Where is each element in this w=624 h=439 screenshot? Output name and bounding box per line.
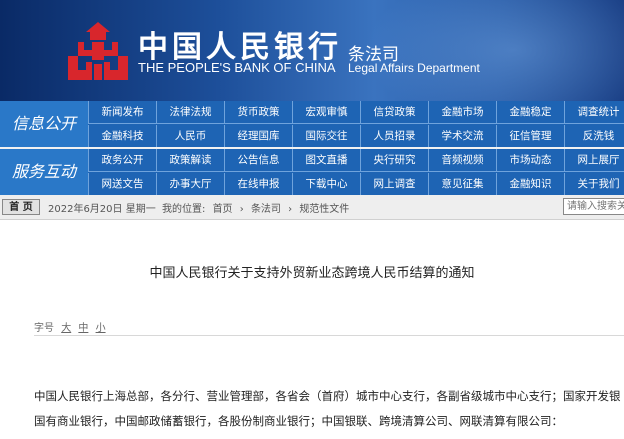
home-button[interactable]: 首 页 [2, 199, 40, 215]
nav-item[interactable]: 意见征集 [428, 173, 496, 195]
font-size-small[interactable]: 小 [96, 323, 106, 334]
article-paragraph: 国有商业银行，中国邮政储蓄银行，各股份制商业银行；中国银联、跨境清算公司、网联清… [34, 414, 563, 428]
nav-item[interactable]: 人员招录 [360, 125, 428, 147]
nav-item[interactable]: 新闻发布 [88, 101, 156, 123]
nav-item[interactable]: 公告信息 [224, 149, 292, 171]
current-date: 2022年6月20日 星期一 [48, 204, 156, 215]
breadcrumb-bar: 首 页 2022年6月20日 星期一 我的位置: 首页 › 条法司 › 规范性文… [0, 195, 624, 220]
nav-item[interactable]: 人民币 [156, 125, 224, 147]
site-banner: 中国人民银行 THE PEOPLE'S BANK OF CHINA 条法司 Le… [0, 0, 624, 101]
nav-item[interactable]: 政策解读 [156, 149, 224, 171]
nav-group-service-interaction: 服务互动 政务公开 政策解读 公告信息 图文直播 央行研究 音频视频 市场动态 网上展厅网送文… [0, 149, 624, 195]
nav-group-title[interactable]: 信息公开 [0, 101, 88, 147]
pboc-logo-icon[interactable] [66, 20, 130, 82]
main-navigation: 信息公开 新闻发布 法律法规 货币政策 宏观审慎 信贷政策 金融市场 金融稳定 调查统计金融科… [0, 101, 624, 195]
nav-item[interactable]: 宏观审慎 [292, 101, 360, 123]
nav-item[interactable]: 市场动态 [496, 149, 564, 171]
nav-item[interactable]: 图文直播 [292, 149, 360, 171]
nav-item[interactable]: 信贷政策 [360, 101, 428, 123]
nav-item[interactable]: 反洗钱 [564, 125, 624, 147]
breadcrumb-item-docs[interactable]: 规范性文件 [299, 204, 349, 215]
breadcrumb-separator: › [239, 204, 244, 215]
nav-item[interactable]: 征信管理 [496, 125, 564, 147]
nav-item[interactable]: 关于我们 [564, 173, 624, 195]
nav-item[interactable]: 金融知识 [496, 173, 564, 195]
font-size-large[interactable]: 大 [61, 323, 71, 334]
nav-item[interactable]: 音频视频 [428, 149, 496, 171]
location-label: 我的位置: [162, 204, 206, 215]
search-input[interactable] [563, 198, 624, 215]
article-paragraph: 中国人民银行上海总部，各分行、营业管理部，各省会（首府）城市中心支行，各副省级城… [34, 389, 621, 403]
nav-item[interactable]: 下载中心 [292, 173, 360, 195]
nav-item[interactable]: 学术交流 [428, 125, 496, 147]
nav-group-title[interactable]: 服务互动 [0, 149, 88, 195]
breadcrumb-item-dept[interactable]: 条法司 [251, 204, 281, 215]
department-name-en: Legal Affairs Department [348, 61, 480, 75]
nav-item[interactable]: 金融科技 [88, 125, 156, 147]
nav-item[interactable]: 金融稳定 [496, 101, 564, 123]
nav-item[interactable]: 调查统计 [564, 101, 624, 123]
font-size-medium[interactable]: 中 [78, 323, 88, 334]
nav-item[interactable]: 经理国库 [224, 125, 292, 147]
nav-item[interactable]: 在线申报 [224, 173, 292, 195]
nav-row-separator [88, 123, 624, 124]
nav-group-info-disclosure: 信息公开 新闻发布 法律法规 货币政策 宏观审慎 信贷政策 金融市场 金融稳定 调查统计金融科… [0, 101, 624, 147]
nav-item[interactable]: 网送文告 [88, 173, 156, 195]
breadcrumb: 我的位置: 首页 › 条法司 › 规范性文件 [162, 200, 353, 215]
nav-item[interactable]: 货币政策 [224, 101, 292, 123]
nav-item[interactable]: 网上调查 [360, 173, 428, 195]
breadcrumb-item-home[interactable]: 首页 [213, 204, 233, 215]
banner-glow [364, 0, 624, 101]
nav-item[interactable]: 办事大厅 [156, 173, 224, 195]
font-size-selector: 字号 大 中 小 [34, 319, 106, 334]
nav-row-separator [88, 171, 624, 172]
nav-item[interactable]: 政务公开 [88, 149, 156, 171]
bank-name-en: THE PEOPLE'S BANK OF CHINA [138, 60, 336, 75]
font-size-label: 字号 [34, 323, 54, 334]
article-title: 中国人民银行关于支持外贸新业态跨境人民币结算的通知 [149, 266, 475, 281]
breadcrumb-separator: › [288, 204, 293, 215]
nav-item[interactable]: 网上展厅 [564, 149, 624, 171]
nav-item[interactable]: 金融市场 [428, 101, 496, 123]
nav-item[interactable]: 法律法规 [156, 101, 224, 123]
nav-item[interactable]: 国际交往 [292, 125, 360, 147]
nav-item[interactable]: 央行研究 [360, 149, 428, 171]
content-divider [34, 335, 624, 336]
